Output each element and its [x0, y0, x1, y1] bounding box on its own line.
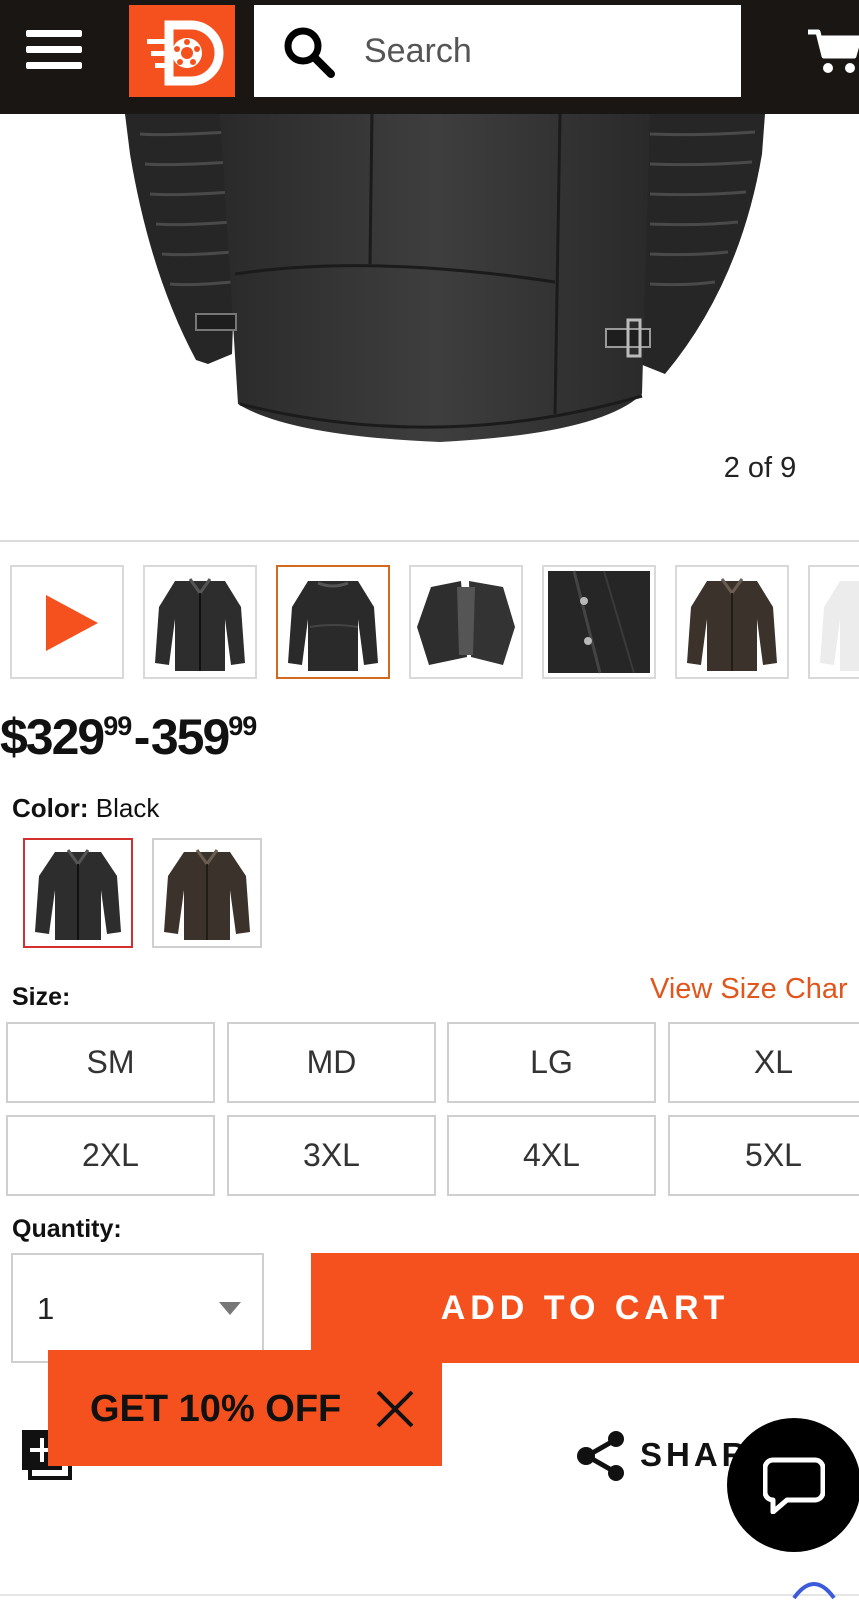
size-option-4xl[interactable]: 4XL: [447, 1115, 656, 1196]
color-swatch-black[interactable]: [23, 838, 133, 948]
color-label: Color:: [12, 793, 89, 823]
view-size-chart-link[interactable]: View Size Char: [650, 973, 848, 1006]
menu-button[interactable]: [26, 28, 82, 72]
thumbnail-image-selected[interactable]: [276, 565, 390, 679]
gallery-divider: [0, 540, 859, 542]
scroll-indicator-icon: [792, 1582, 836, 1600]
thumbnail-video[interactable]: [10, 565, 124, 679]
jacket-open-thumb: [417, 581, 515, 665]
jacket-detail-thumb: [548, 570, 650, 674]
live-chat-button[interactable]: [727, 1418, 859, 1552]
search-icon: [284, 27, 335, 78]
hamburger-line: [26, 46, 82, 53]
jacket-brown-thumb: [687, 578, 777, 671]
quantity-select[interactable]: 1: [11, 1253, 264, 1363]
jacket-black-swatch-image: [35, 849, 121, 940]
size-option-sm[interactable]: SM: [6, 1022, 215, 1103]
play-icon: [46, 595, 98, 651]
color-swatch-brown[interactable]: [152, 838, 262, 948]
cart-icon: [808, 29, 859, 73]
search-input[interactable]: [364, 27, 724, 75]
jacket-front-thumb: [155, 578, 245, 671]
price-high-cents: 99: [228, 711, 257, 741]
hamburger-line: [26, 62, 82, 69]
size-option-md[interactable]: MD: [227, 1022, 436, 1103]
chevron-down-icon: [219, 1302, 241, 1315]
price-low-dollars: $329: [0, 709, 105, 765]
wheel-logo-icon: [147, 20, 224, 86]
chat-bubble-icon: [763, 1457, 825, 1514]
thumbnail-image[interactable]: [409, 565, 523, 679]
add-to-cart-button[interactable]: ADD TO CART: [311, 1253, 859, 1363]
share-icon[interactable]: [575, 1430, 627, 1482]
jacket-brown-swatch-image: [164, 849, 250, 940]
hamburger-menu-icon: [26, 30, 82, 37]
search-bar[interactable]: [254, 5, 741, 97]
size-label: Size:: [12, 983, 71, 1011]
price-separator: -: [133, 709, 151, 765]
color-selected-value: Black: [95, 793, 160, 823]
size-option-3xl[interactable]: 3XL: [227, 1115, 436, 1196]
quantity-value: 1: [37, 1291, 55, 1326]
price-low-cents: 99: [103, 711, 132, 741]
image-counter: 2 of 9: [723, 452, 797, 484]
price-high-dollars: 359: [150, 709, 230, 765]
discount-promo-banner[interactable]: GET 10% OFF: [48, 1350, 442, 1466]
thumbnail-image[interactable]: [675, 565, 789, 679]
size-option-5xl[interactable]: 5XL: [668, 1115, 859, 1196]
close-icon[interactable]: [374, 1388, 416, 1430]
thumbnail-image[interactable]: [143, 565, 257, 679]
jacket-back-thumb: [288, 581, 378, 671]
thumbnail-image[interactable]: [542, 565, 656, 679]
jacket-white-thumb: [820, 581, 859, 671]
color-selection-label: Color: Black: [12, 793, 159, 824]
promo-text: GET 10% OFF: [90, 1388, 342, 1430]
thumbnail-image[interactable]: [808, 565, 859, 679]
thumbnail-strip: [10, 565, 859, 681]
cart-button[interactable]: [806, 26, 859, 76]
home-logo-button[interactable]: [129, 5, 235, 97]
top-navigation-bar: [0, 0, 859, 114]
size-option-xl[interactable]: XL: [668, 1022, 859, 1103]
size-option-2xl[interactable]: 2XL: [6, 1115, 215, 1196]
quantity-label: Quantity:: [12, 1215, 122, 1243]
size-option-lg[interactable]: LG: [447, 1022, 656, 1103]
page-bottom-divider: [0, 1594, 859, 1596]
price-range: $32999 - 35999: [0, 708, 257, 766]
